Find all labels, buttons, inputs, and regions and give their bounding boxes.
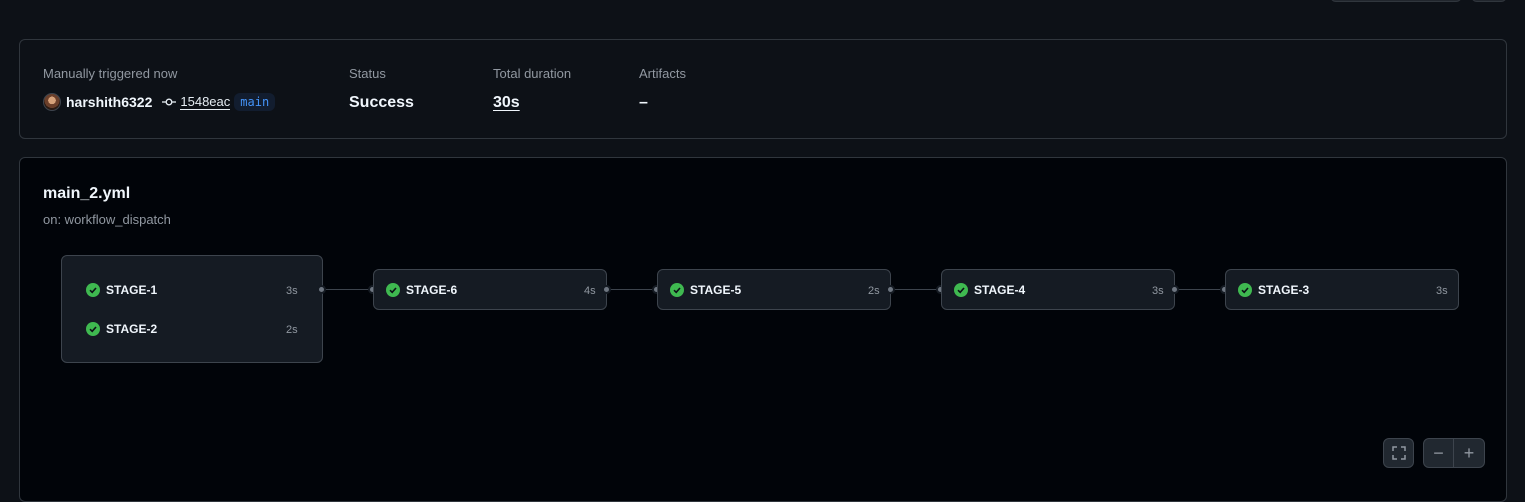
artifacts-value: – [639,94,648,111]
job-stage-3[interactable]: STAGE-3 [1238,280,1309,300]
job-duration: 3s [1436,285,1448,297]
job-stage-1[interactable]: STAGE-1 [86,280,157,300]
job-name: STAGE-6 [406,283,458,297]
output-port [317,285,326,294]
output-port [602,285,611,294]
graph-connector [322,289,374,290]
job-group-4: STAGE-4 3s [941,269,1175,310]
success-check-icon [86,283,100,297]
job-duration: 4s [584,285,596,297]
success-check-icon [954,283,968,297]
graph-connector [891,289,941,290]
top-menu-button[interactable] [1471,0,1507,2]
success-check-icon [670,283,684,297]
zoom-in-button[interactable]: + [1454,439,1484,467]
success-check-icon [86,322,100,336]
success-check-icon [386,283,400,297]
commit-sha-link[interactable]: 1548eac [180,94,231,110]
duration-label: Total duration [493,66,572,81]
graph-connector [1175,289,1225,290]
fullscreen-button[interactable] [1383,438,1414,468]
job-stage-4[interactable]: STAGE-4 [954,280,1025,300]
duration-column: Total duration 30s [493,66,571,113]
zoom-controls: − + [1423,438,1485,468]
workflow-file-title: main_2.yml [43,185,131,202]
fullscreen-icon [1391,446,1406,460]
duration-link[interactable]: 30s [493,93,571,113]
actor-link[interactable]: harshith6322 [66,94,152,110]
job-name: STAGE-2 [106,322,158,336]
graph-connector [607,289,657,290]
artifacts-label: Artifacts [639,66,686,81]
job-duration: 3s [1152,285,1164,297]
top-action-button[interactable] [1330,0,1462,2]
artifacts-column: Artifacts – [639,66,686,113]
run-summary-card: Manually triggered now harshith6322 1548… [19,39,1507,139]
trigger-column: Manually triggered now harshith6322 1548… [43,66,276,112]
job-stage-2[interactable]: STAGE-2 [86,319,157,339]
branch-badge[interactable]: main [234,93,276,111]
job-duration: 2s [868,285,880,297]
job-name: STAGE-5 [690,283,742,297]
status-label: Status [349,66,386,81]
job-group-3: STAGE-5 2s [657,269,891,310]
job-stage-6[interactable]: STAGE-6 [386,280,457,300]
job-group-5: STAGE-3 3s [1225,269,1459,310]
success-check-icon [1238,283,1252,297]
status-value: Success [349,94,414,111]
job-name: STAGE-1 [106,283,158,297]
output-port [1170,285,1179,294]
job-name: STAGE-4 [974,283,1026,297]
avatar[interactable] [43,93,61,111]
job-name: STAGE-3 [1258,283,1310,297]
job-group-2: STAGE-6 4s [373,269,607,310]
status-column: Status Success [349,66,414,113]
job-duration: 2s [286,324,298,336]
job-group-1: STAGE-1 3s STAGE-2 2s [61,255,323,363]
workflow-graph-panel: main_2.yml on: workflow_dispatch STAGE-1… [19,157,1507,502]
job-duration: 3s [286,285,298,297]
workflow-trigger: on: workflow_dispatch [43,212,171,227]
output-port [886,285,895,294]
job-stage-5[interactable]: STAGE-5 [670,280,741,300]
git-commit-icon [162,98,177,106]
trigger-label: Manually triggered now [43,66,178,81]
zoom-out-button[interactable]: − [1424,439,1454,467]
